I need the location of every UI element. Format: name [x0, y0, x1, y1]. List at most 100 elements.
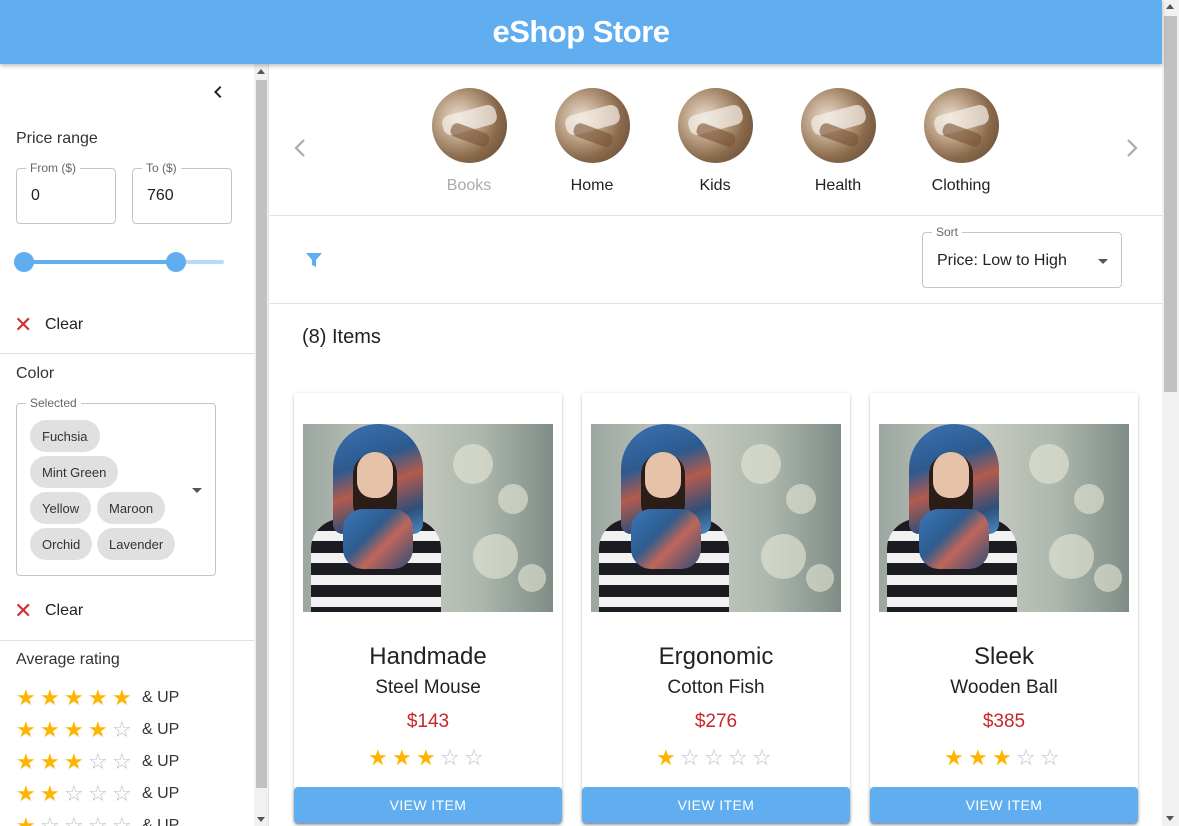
star-empty-icon: ☆ — [40, 813, 60, 826]
image-bokeh — [1074, 484, 1104, 514]
rating-filter-row[interactable]: ★ ☆ ☆ ☆ ☆ & UP — [16, 815, 179, 826]
image-figure-face — [357, 452, 393, 498]
category-books[interactable]: Books — [419, 88, 519, 195]
sidebar-scrollbar[interactable] — [254, 64, 269, 826]
category-carousel: Books Home Kids Health Clothing — [270, 64, 1162, 216]
price-from-label: From ($) — [26, 161, 80, 175]
product-subname: Cotton Fish — [667, 677, 765, 698]
color-chip[interactable]: Maroon — [97, 492, 166, 524]
star-empty-icon: ☆ — [88, 781, 108, 806]
clear-price-button[interactable]: ✕ Clear — [14, 314, 83, 336]
view-item-button[interactable]: VIEW ITEM — [582, 787, 850, 823]
price-slider-max-thumb[interactable] — [166, 252, 186, 272]
image-bokeh — [761, 534, 806, 579]
star-filled-icon: ★ — [88, 717, 108, 742]
close-icon: ✕ — [14, 312, 33, 337]
image-bokeh — [1049, 534, 1094, 579]
clear-price-label: Clear — [45, 316, 84, 333]
divider — [0, 353, 254, 354]
star-filled-icon: ★ — [944, 745, 964, 770]
rating-filter-row[interactable]: ★ ★ ★ ★ ☆ & UP — [16, 719, 179, 741]
category-health[interactable]: Health — [788, 88, 888, 195]
rating-and-up-label: & UP — [142, 721, 180, 738]
star-empty-icon: ☆ — [88, 749, 108, 774]
rating-filter-row[interactable]: ★ ★ ★ ☆ ☆ & UP — [16, 751, 179, 773]
category-clothing[interactable]: Clothing — [911, 88, 1011, 195]
star-filled-icon: ★ — [64, 685, 84, 710]
product-subname: Wooden Ball — [950, 677, 1058, 698]
carousel-next-button[interactable] — [1122, 136, 1142, 167]
image-bokeh — [1094, 564, 1122, 592]
scroll-down-icon[interactable] — [1166, 816, 1174, 821]
image-bokeh — [453, 444, 493, 484]
star-empty-icon: ☆ — [752, 745, 772, 770]
image-bokeh — [1029, 444, 1069, 484]
dropdown-arrow-icon — [1098, 259, 1108, 264]
price-from-field[interactable]: From ($) 0 — [16, 161, 116, 224]
collapse-sidebar-button[interactable] — [206, 80, 230, 104]
color-select[interactable]: Selected Fuchsia Mint Green Yellow Maroo… — [16, 396, 216, 576]
star-filled-icon: ★ — [16, 749, 36, 774]
rating-filter-row[interactable]: ★ ★ ★ ★ ★ & UP — [16, 687, 179, 709]
star-filled-icon: ★ — [64, 717, 84, 742]
image-bokeh — [518, 564, 546, 592]
carousel-prev-button[interactable] — [290, 136, 310, 167]
star-empty-icon: ☆ — [680, 745, 700, 770]
rating-filter-row[interactable]: ★ ★ ☆ ☆ ☆ & UP — [16, 783, 179, 805]
color-chip[interactable]: Orchid — [30, 528, 93, 560]
clear-color-button[interactable]: ✕ Clear — [14, 600, 83, 622]
star-filled-icon: ★ — [992, 745, 1012, 770]
category-label: Books — [446, 177, 492, 194]
image-figure-face — [645, 452, 681, 498]
color-chip[interactable]: Lavender — [97, 528, 176, 560]
view-item-button[interactable]: VIEW ITEM — [870, 787, 1138, 823]
category-kids[interactable]: Kids — [665, 88, 765, 195]
scroll-down-icon[interactable] — [257, 817, 265, 822]
product-rating: ★ ★ ★ ☆ ☆ — [870, 747, 1138, 769]
star-filled-icon: ★ — [40, 717, 60, 742]
price-slider-min-thumb[interactable] — [14, 252, 34, 272]
star-filled-icon: ★ — [368, 745, 388, 770]
color-chip[interactable]: Mint Green — [30, 456, 119, 488]
clear-color-label: Clear — [45, 602, 84, 619]
image-bokeh — [473, 534, 518, 579]
color-chip[interactable]: Fuchsia — [30, 420, 100, 452]
sidebar-scroll-thumb[interactable] — [256, 80, 267, 788]
price-to-field[interactable]: To ($) 760 — [132, 161, 232, 224]
product-price: $143 — [406, 711, 450, 732]
star-rating: ★ ☆ ☆ ☆ ☆ — [16, 815, 136, 826]
product-rating: ★ ☆ ☆ ☆ ☆ — [582, 747, 850, 769]
category-home[interactable]: Home — [542, 88, 642, 195]
star-filled-icon: ★ — [416, 745, 436, 770]
product-image[interactable] — [879, 424, 1129, 612]
star-filled-icon: ★ — [392, 745, 412, 770]
product-name: Sleek — [973, 643, 1035, 670]
scroll-up-icon[interactable] — [1166, 4, 1174, 9]
category-thumbnail — [431, 88, 507, 163]
star-empty-icon: ☆ — [440, 745, 460, 770]
star-empty-icon: ☆ — [728, 745, 748, 770]
price-range-title: Price range — [16, 130, 98, 147]
star-filled-icon: ★ — [656, 745, 676, 770]
product-subname: Steel Mouse — [375, 677, 481, 698]
chevron-left-icon — [294, 139, 305, 157]
product-image[interactable] — [591, 424, 841, 612]
star-filled-icon: ★ — [16, 717, 36, 742]
image-bokeh — [786, 484, 816, 514]
star-empty-icon: ☆ — [1016, 745, 1036, 770]
color-chip[interactable]: Yellow — [30, 492, 92, 524]
view-item-button[interactable]: VIEW ITEM — [294, 787, 562, 823]
filter-icon[interactable] — [304, 250, 324, 275]
star-empty-icon: ☆ — [704, 745, 724, 770]
rating-and-up-label: & UP — [142, 689, 180, 706]
page-scrollbar[interactable] — [1162, 0, 1179, 826]
product-image[interactable] — [303, 424, 553, 612]
sort-label: Sort — [932, 225, 963, 239]
star-filled-icon: ★ — [16, 781, 36, 806]
page-scroll-thumb[interactable] — [1164, 16, 1177, 392]
scroll-up-icon[interactable] — [257, 69, 265, 74]
sort-select[interactable]: Sort Price: Low to High — [922, 225, 1122, 288]
chevron-right-icon — [1127, 139, 1138, 157]
image-bokeh — [498, 484, 528, 514]
star-empty-icon: ☆ — [88, 813, 108, 826]
